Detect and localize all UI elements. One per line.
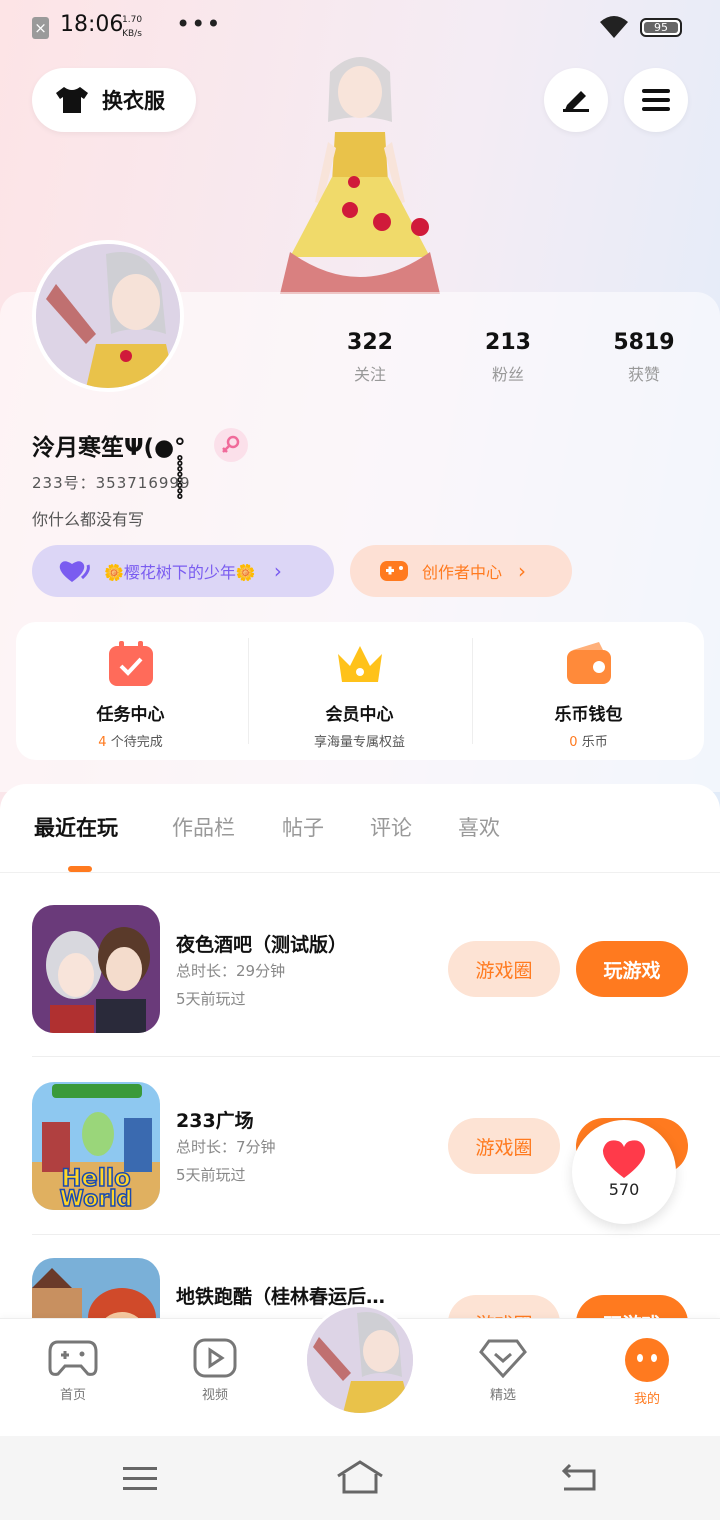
- like-bubble[interactable]: 570: [572, 1120, 676, 1224]
- game-last-played: 5天前玩过: [176, 990, 246, 1008]
- username: 泠月寒笙Ψ(●°̥̥̥̥̥̥̥̥: [32, 435, 186, 461]
- more-notifications-icon: •••: [176, 10, 222, 38]
- creator-center-label: 创作者中心: [422, 563, 503, 582]
- nav-label: 首页: [59, 1388, 86, 1403]
- feature-card: 任务中心 4 个待完成 会员中心 享海量专属权益 乐币钱包 0 乐币: [16, 622, 704, 760]
- stat-value: 213: [485, 330, 531, 355]
- featured-heart-icon: [479, 1339, 527, 1379]
- pending-count: 4: [98, 735, 107, 750]
- game-art-text: World: [60, 1187, 133, 1210]
- stat-likes[interactable]: 5819 获赞: [594, 330, 694, 385]
- wallet-button[interactable]: 乐币钱包 0 乐币: [474, 622, 703, 760]
- stat-label: 获赞: [627, 365, 660, 384]
- calendar-check-icon: [108, 641, 153, 686]
- gamepad-icon: [380, 561, 408, 581]
- speed-value: 1.70: [122, 15, 143, 25]
- game-duration: 总时长：7分钟: [176, 1138, 276, 1156]
- stat-following[interactable]: 322 关注: [320, 330, 420, 385]
- creator-center-button[interactable]: 创作者中心 ›: [350, 545, 572, 597]
- gamepad-icon: [48, 1340, 98, 1376]
- nav-label: 视频: [201, 1388, 228, 1403]
- feature-subtitle: 4 个待完成: [16, 731, 245, 750]
- divider: [32, 1234, 720, 1235]
- menu-icon: [642, 89, 670, 111]
- recent-apps-icon[interactable]: [122, 1466, 158, 1492]
- heart-icon: [602, 1140, 646, 1178]
- stat-value: 322: [347, 330, 393, 355]
- task-center-button[interactable]: 任务中心 4 个待完成: [16, 622, 245, 760]
- tab-works[interactable]: 作品栏: [172, 812, 235, 842]
- crown-icon: [337, 646, 382, 682]
- female-gender-icon: [214, 428, 248, 462]
- stat-fans[interactable]: 213 粉丝: [458, 330, 558, 385]
- edit-icon: [563, 91, 589, 112]
- game-icon[interactable]: [32, 905, 160, 1033]
- game-duration: 总时长：29分钟: [176, 962, 286, 980]
- tab-posts[interactable]: 帖子: [282, 812, 324, 842]
- status-bar: × 18:06 1.70 KB/s ••• 95: [0, 0, 720, 56]
- change-outfit-button[interactable]: 换衣服: [32, 68, 196, 132]
- bio: 你什么都没有写: [32, 510, 145, 529]
- change-outfit-label: 换衣服: [102, 89, 165, 113]
- like-count: 570: [608, 1180, 640, 1199]
- clock: 18:06: [60, 12, 124, 37]
- avatar[interactable]: [32, 240, 184, 392]
- stat-label: 关注: [353, 365, 386, 384]
- game-circle-button[interactable]: 游戏圈: [448, 1118, 560, 1174]
- tab-likes[interactable]: 喜欢: [458, 812, 500, 842]
- wallet-icon: [566, 642, 611, 684]
- game-last-played: 5天前玩过: [176, 1166, 246, 1184]
- feature-subtitle: 0 乐币: [474, 731, 703, 750]
- avatar-image: [36, 244, 180, 388]
- game-title: 233广场: [176, 1110, 254, 1132]
- divider: [32, 1056, 720, 1057]
- play-game-button[interactable]: 玩游戏: [576, 941, 688, 997]
- coin-balance: 0: [569, 735, 578, 750]
- tab-recent[interactable]: 最近在玩: [34, 812, 118, 842]
- feature-subtitle-text: 乐币: [581, 735, 608, 750]
- group-pill-button[interactable]: 🌼樱花树下的少年🌼 ›: [32, 545, 334, 597]
- nav-label: 我的: [633, 1392, 660, 1407]
- stat-value: 5819: [613, 330, 675, 355]
- me-icon: [625, 1338, 669, 1382]
- group-pill-label: 🌼樱花树下的少年🌼: [104, 563, 256, 582]
- chevron-right-icon: ›: [518, 559, 527, 583]
- back-icon[interactable]: [560, 1462, 598, 1492]
- game-icon[interactable]: Hello World: [32, 1082, 160, 1210]
- feature-subtitle-text: 个待完成: [110, 735, 163, 750]
- nav-label: 精选: [489, 1388, 516, 1403]
- nav-home[interactable]: 首页: [28, 1338, 118, 1403]
- network-speed: 1.70 KB/s: [122, 13, 142, 41]
- no-sim-icon: ×: [32, 17, 49, 39]
- nav-video[interactable]: 视频: [170, 1338, 260, 1403]
- nav-me[interactable]: 我的: [602, 1338, 692, 1407]
- feature-title: 乐币钱包: [554, 705, 623, 725]
- wifi-icon: [600, 16, 628, 38]
- nav-featured[interactable]: 精选: [458, 1338, 548, 1403]
- edit-profile-button[interactable]: [544, 68, 608, 132]
- character-model: [280, 57, 440, 294]
- feature-title: 任务中心: [96, 705, 165, 725]
- game-circle-button[interactable]: 游戏圈: [448, 941, 560, 997]
- tab-comments[interactable]: 评论: [370, 812, 412, 842]
- divider: [0, 872, 720, 873]
- speed-unit: KB/s: [122, 29, 142, 39]
- system-nav-bar: [0, 1436, 720, 1520]
- stat-label: 粉丝: [491, 365, 524, 384]
- divider: [472, 638, 473, 744]
- feature-title: 会员中心: [325, 705, 394, 725]
- vip-center-button[interactable]: 会员中心 享海量专属权益: [245, 622, 474, 760]
- video-icon: [193, 1338, 237, 1378]
- feature-subtitle: 享海量专属权益: [313, 735, 405, 750]
- chevron-right-icon: ›: [273, 559, 282, 583]
- shirt-icon: [56, 87, 88, 113]
- user-id: 233号：353716999: [32, 474, 191, 492]
- home-icon[interactable]: [336, 1460, 384, 1494]
- character-button[interactable]: [304, 1304, 416, 1416]
- menu-button[interactable]: [624, 68, 688, 132]
- battery-icon: 95: [640, 18, 682, 37]
- battery-level: 95: [644, 22, 678, 33]
- game-title: 夜色酒吧（测试版）: [176, 934, 348, 956]
- heart-icon: [59, 561, 90, 582]
